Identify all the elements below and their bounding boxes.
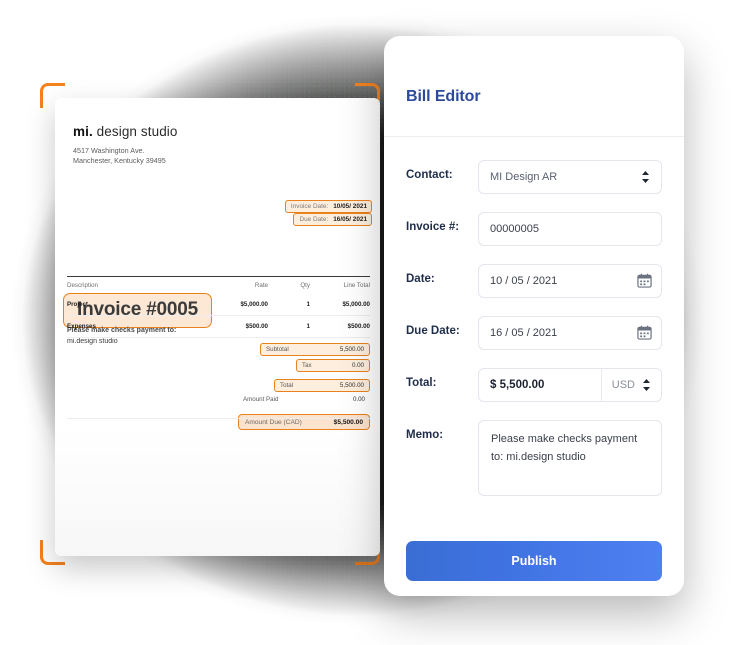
chevron-updown-icon <box>641 170 650 184</box>
calendar-icon[interactable] <box>637 273 652 293</box>
amount-paid-label: Amount Paid <box>243 396 279 403</box>
page-title: Bill Editor <box>406 88 481 105</box>
total-label: Total <box>280 381 294 389</box>
invoice-number-input[interactable]: 00000005 <box>478 212 662 246</box>
invoice-preview-card: mi. design studio 4517 Washington Ave. M… <box>55 98 380 556</box>
table-row: Expenses $500.00 1 $500.00 <box>67 316 370 339</box>
stepper-arrows-svg <box>643 379 650 391</box>
screenshot-stage: mi. design studio 4517 Washington Ave. M… <box>0 0 736 645</box>
contact-label: Contact: <box>406 169 453 181</box>
date-control: 10 / 05 / 2021 <box>478 264 662 298</box>
due-date-label: Due Date: <box>299 216 329 223</box>
table-bottom-rule <box>67 418 370 419</box>
contact-select[interactable]: MI Design AR <box>478 160 662 194</box>
due-date-input[interactable]: 16 / 05 / 2021 <box>478 316 662 350</box>
contact-field-group: Contact: MI Design AR <box>406 160 662 194</box>
memo-textarea[interactable]: Please make checks payment to: mi.design… <box>478 420 662 496</box>
cell-qty: 1 <box>306 301 310 309</box>
column-header-qty: Qty <box>300 282 310 290</box>
currency-select[interactable]: USD <box>600 368 662 402</box>
due-date-value: 16 / 05 / 2021 <box>490 327 558 339</box>
subtotal-label: Subtotal <box>266 346 289 353</box>
company-logo-text: design studio <box>92 124 178 139</box>
cell-description: Expenses <box>67 323 96 331</box>
date-label: Date: <box>406 273 435 285</box>
contact-select-value: MI Design AR <box>490 171 558 183</box>
invoice-number-value: 00000005 <box>490 223 539 235</box>
total-row: Total 5,500.00 <box>274 378 370 392</box>
address-line-2: Manchester, Kentucky 39495 <box>73 156 166 166</box>
memo-field-group: Memo: Please make checks payment to: mi.… <box>406 420 662 496</box>
memo-control: Please make checks payment to: mi.design… <box>478 420 662 496</box>
invoice-number-control: 00000005 <box>478 212 662 246</box>
due-date-control: 16 / 05 / 2021 <box>478 316 662 350</box>
address-line-1: 4517 Washington Ave. <box>73 146 145 155</box>
company-logo-mark: mi. <box>73 124 93 139</box>
table-row: Project $5,000.00 1 $5,000.00 <box>67 294 370 317</box>
tax-label: Tax <box>302 361 312 369</box>
amount-paid-row: Amount Paid 0.00 <box>238 394 370 405</box>
subtotal-row: Subtotal 5,500.00 <box>260 343 370 356</box>
company-logo: mi. design studio <box>73 124 368 139</box>
cell-rate: $500.00 <box>245 323 268 331</box>
due-date-chip: Due Date: 16/05/ 2021 <box>293 213 372 226</box>
contact-control: MI Design AR <box>478 160 662 194</box>
subtotal-value: 5,500.00 <box>339 346 364 353</box>
invoice-header: mi. design studio 4517 Washington Ave. M… <box>73 124 368 166</box>
chevron-updown-icon <box>642 378 651 392</box>
cell-line-total: $500.00 <box>347 323 370 331</box>
due-date-label: Due Date: <box>406 325 460 337</box>
invoice-number-field-group: Invoice #: 00000005 <box>406 212 662 246</box>
currency-value: USD <box>611 379 635 391</box>
tax-value: 0.00 <box>351 361 364 369</box>
date-input[interactable]: 10 / 05 / 2021 <box>478 264 662 298</box>
cell-rate: $5,000.00 <box>240 301 268 309</box>
line-items-table: Description Rate Qty Line Total Project … <box>67 276 370 339</box>
publish-button[interactable]: Publish <box>406 541 662 581</box>
invoice-totals: Subtotal 5,500.00 Tax 0.00 Total 5,500.0… <box>238 343 370 430</box>
stepper-arrows-svg <box>642 171 649 183</box>
calendar-icon-svg <box>637 325 652 340</box>
total-control: $ 5,500.00 USD <box>478 368 662 402</box>
amount-due-value: $5,500.00 <box>333 418 363 426</box>
tax-row: Tax 0.00 <box>296 358 370 372</box>
header-divider <box>384 136 684 137</box>
total-label: Total: <box>406 377 437 389</box>
bill-editor-panel: Bill Editor Contact: MI Design AR Invoic… <box>384 36 684 596</box>
amount-paid-value: 0.00 <box>352 396 365 403</box>
column-header-line-total: Line Total <box>343 282 370 290</box>
total-field-group: Total: $ 5,500.00 USD <box>406 368 662 402</box>
date-value: 10 / 05 / 2021 <box>490 275 558 287</box>
cell-description: Project <box>67 301 88 309</box>
total-value: 5,500.00 <box>339 381 364 389</box>
total-value: $ 5,500.00 <box>490 379 545 391</box>
cell-line-total: $5,000.00 <box>342 301 370 309</box>
calendar-icon-svg <box>637 273 652 288</box>
invoice-number-label: Invoice #: <box>406 221 460 233</box>
calendar-icon[interactable] <box>637 325 652 345</box>
column-header-description: Description <box>67 282 98 290</box>
invoice-date-value: 10/05/ 2021 <box>333 203 367 210</box>
memo-label: Memo: <box>406 429 444 441</box>
column-header-rate: Rate <box>254 282 268 290</box>
amount-due-label: Amount Due (CAD) <box>245 418 302 426</box>
invoice-date-chip: Invoice Date: 10/05/ 2021 <box>284 200 372 213</box>
company-address: 4517 Washington Ave. Manchester, Kentuck… <box>73 146 368 166</box>
invoice-date-label: Invoice Date: <box>290 203 329 210</box>
table-header-row: Description Rate Qty Line Total <box>67 277 370 294</box>
date-field-group: Date: 10 / 05 / 2021 <box>406 264 662 298</box>
due-date-field-group: Due Date: 16 / 05 / 2021 <box>406 316 662 350</box>
due-date-value: 16/05/ 2021 <box>333 216 367 223</box>
amount-due-row: Amount Due (CAD) $5,500.00 <box>238 414 370 430</box>
cell-qty: 1 <box>306 323 310 331</box>
